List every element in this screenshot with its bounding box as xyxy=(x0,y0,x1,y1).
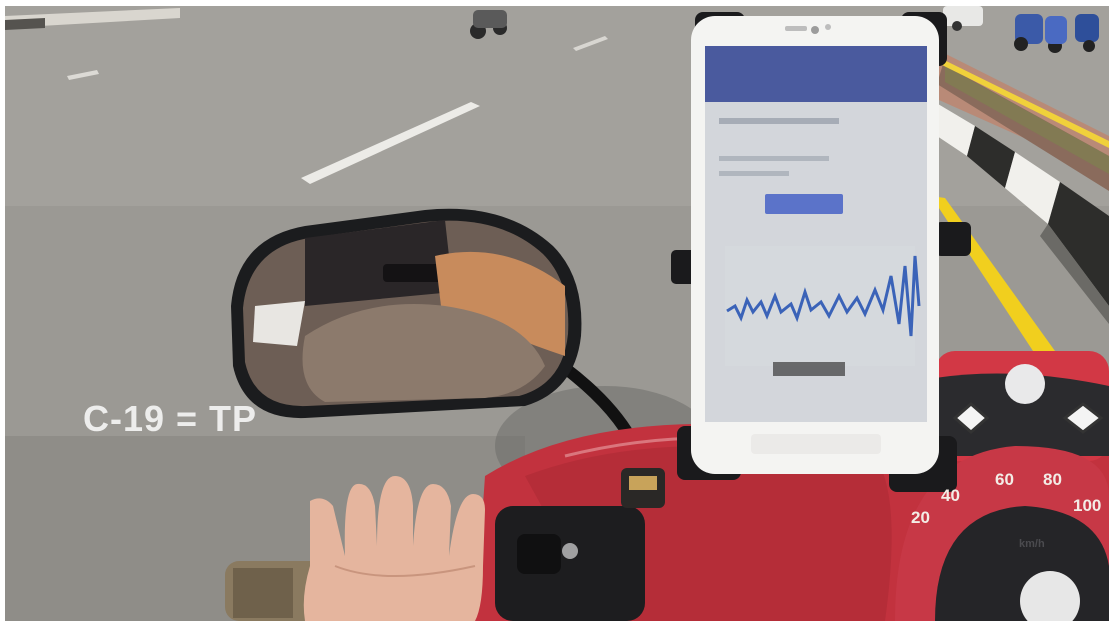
speed-label-20: 20 xyxy=(911,508,930,527)
side-mirror xyxy=(231,208,582,419)
phone-app-header xyxy=(705,46,927,102)
motorbike-far-right xyxy=(1014,14,1099,53)
phone-button xyxy=(765,194,843,214)
caption-text: C-19 = TP xyxy=(83,398,258,439)
mirror-nut xyxy=(629,476,657,490)
speed-label-60: 60 xyxy=(995,470,1014,489)
speed-label-80: 80 xyxy=(1043,470,1062,489)
handlebar-switch xyxy=(495,506,645,621)
speed-label-40: 40 xyxy=(941,486,960,505)
video-frame: C-19 = TP 40 20 60 80 100 km/h xyxy=(5,6,1109,621)
speed-label-100: 100 xyxy=(1073,496,1102,515)
smartphone xyxy=(691,16,939,474)
holder-side-right xyxy=(935,222,971,256)
speed-unit: km/h xyxy=(1019,538,1045,550)
far-curb-dark xyxy=(5,18,45,30)
road-scene xyxy=(5,6,1109,621)
